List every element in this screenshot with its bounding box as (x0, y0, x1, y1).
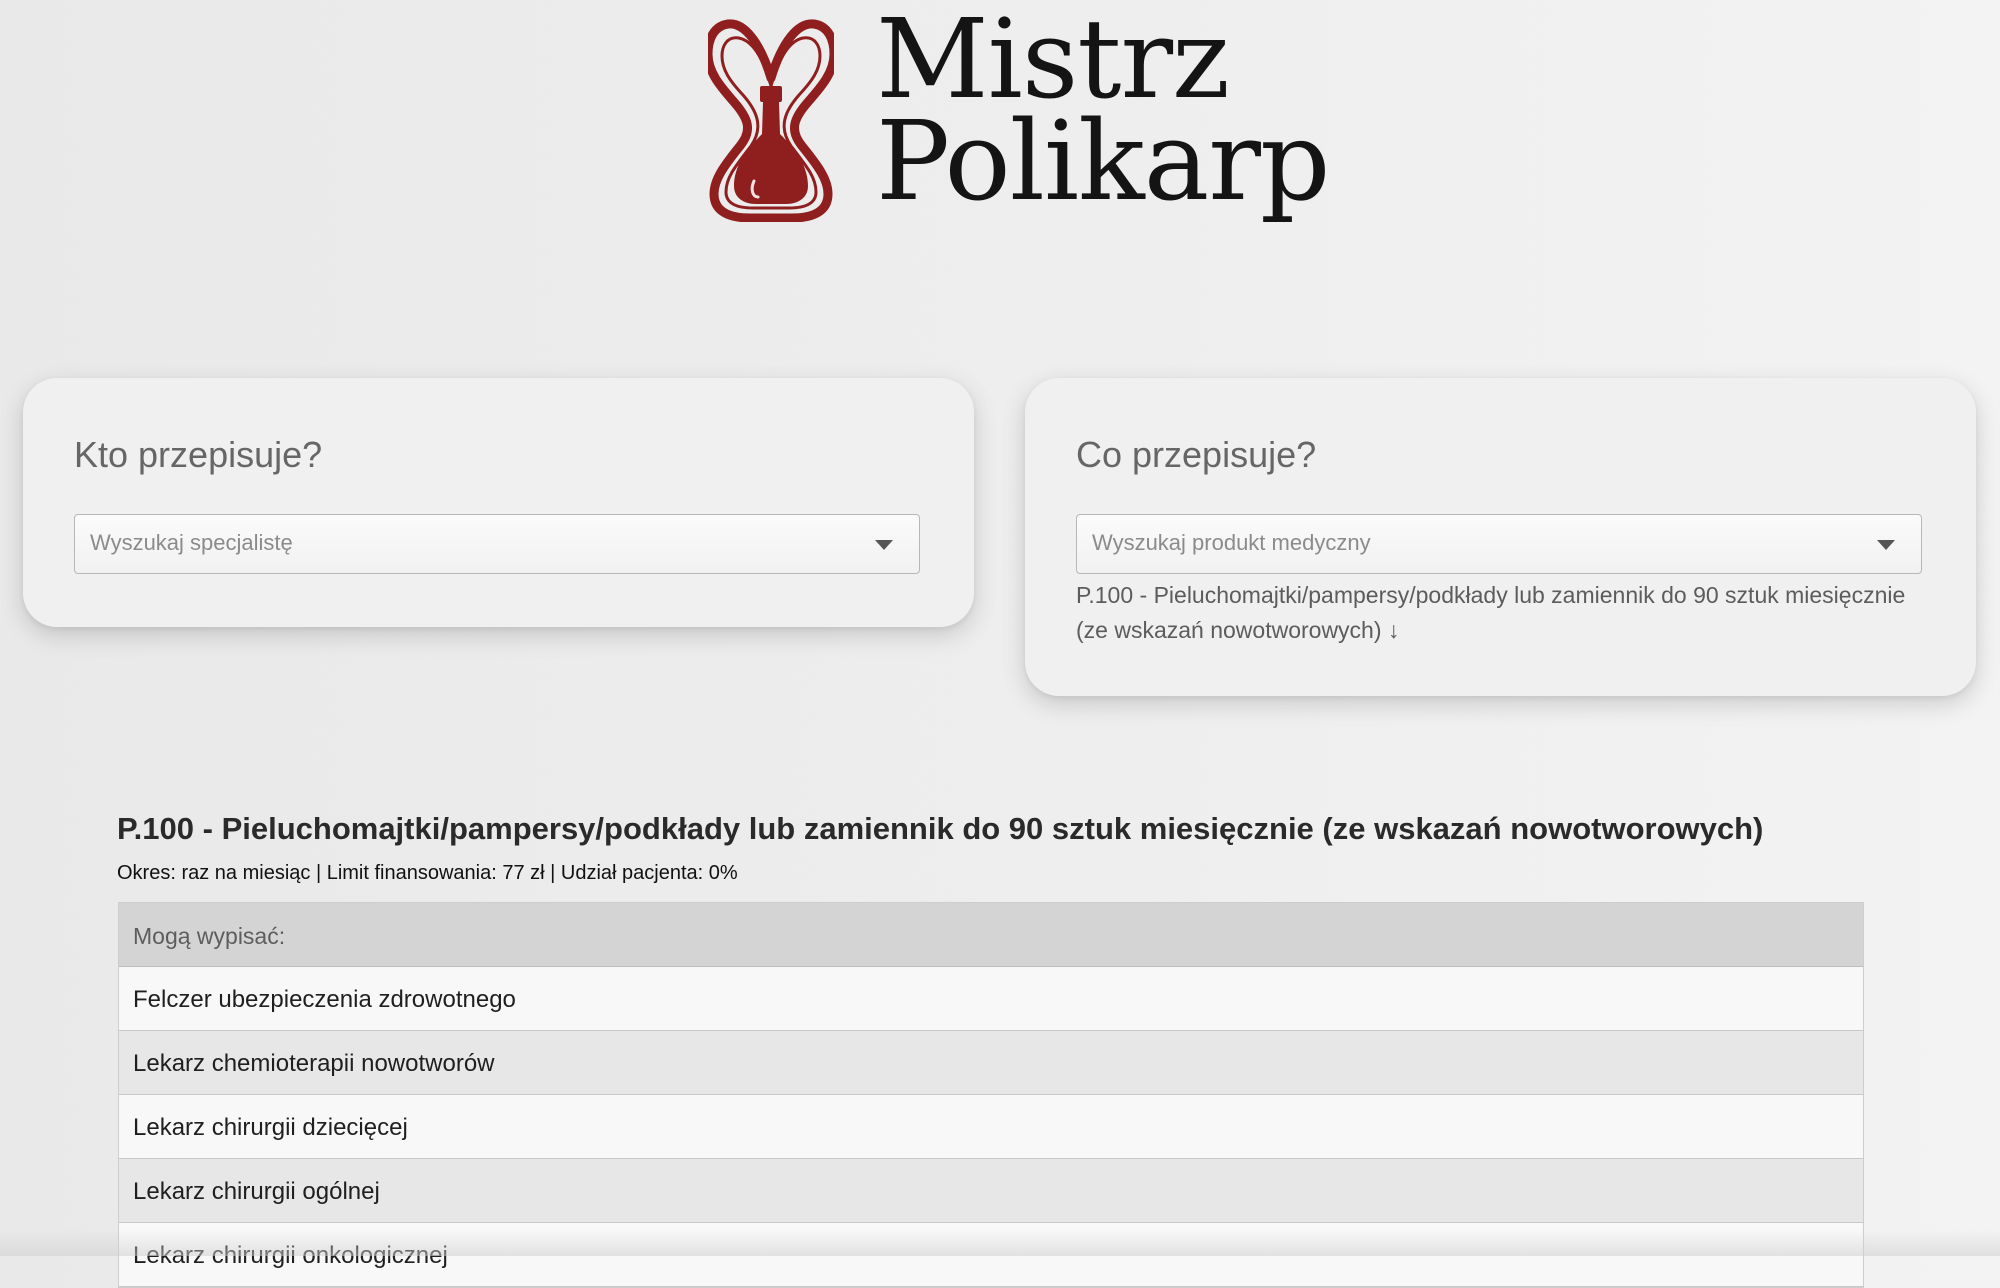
site-header: Mistrz Polikarp (0, 0, 2000, 240)
caret-down-icon[interactable] (1877, 540, 1895, 550)
prescribers-table-header-label: Mogą wypisać: (133, 923, 286, 949)
logo-wordmark: Mistrz Polikarp (876, 0, 1330, 225)
specialist-search-title: Kto przepisuje? (74, 434, 323, 475)
prescribers-table: Mogą wypisać: Felczer ubezpieczenia zdro… (118, 902, 1864, 1288)
product-result: P.100 - Pieluchomajtki/pampersy/podkłady… (117, 806, 1865, 886)
table-row-label: Felczer ubezpieczenia zdrowotnego (133, 986, 516, 1013)
table-row: Lekarz chirurgii onkologicznej (119, 1223, 1863, 1287)
product-search-card: Co przepisuje? Wyszukaj produkt medyczny… (1025, 378, 1976, 696)
product-search-title: Co przepisuje? (1076, 434, 1317, 475)
table-row-label: Lekarz chirurgii ogólnej (133, 1178, 380, 1205)
specialist-search-select[interactable]: Wyszukaj specjalistę (74, 514, 920, 574)
logo-line-1: Mistrz (876, 0, 1230, 123)
prescribers-table-header: Mogą wypisać: (119, 903, 1863, 967)
result-meta: Okres: raz na miesiąc | Limit finansowan… (117, 862, 738, 884)
logo-line-2: Polikarp (876, 97, 1330, 225)
table-row: Lekarz chemioterapii nowotworów (119, 1031, 1863, 1095)
result-title: P.100 - Pieluchomajtki/pampersy/podkłady… (117, 811, 1764, 846)
selected-product-note[interactable]: P.100 - Pieluchomajtki/pampersy/podkłady… (1076, 578, 1926, 648)
table-row-label: Lekarz chirurgii dziecięcej (133, 1114, 408, 1141)
caret-down-icon[interactable] (875, 540, 893, 550)
specialist-search-placeholder: Wyszukaj specjalistę (90, 530, 293, 555)
table-row: Felczer ubezpieczenia zdrowotnego (119, 967, 1863, 1031)
table-row-label: Lekarz chirurgii onkologicznej (133, 1242, 448, 1269)
heart-hourglass-icon (708, 19, 834, 222)
product-search-select[interactable]: Wyszukaj produkt medyczny (1076, 514, 1922, 574)
table-row: Lekarz chirurgii ogólnej (119, 1159, 1863, 1223)
product-search-placeholder: Wyszukaj produkt medyczny (1092, 530, 1371, 555)
table-row: Lekarz chirurgii dziecięcej (119, 1095, 1863, 1159)
specialist-search-card: Kto przepisuje? Wyszukaj specjalistę (23, 378, 974, 627)
table-row-label: Lekarz chemioterapii nowotworów (133, 1050, 495, 1077)
